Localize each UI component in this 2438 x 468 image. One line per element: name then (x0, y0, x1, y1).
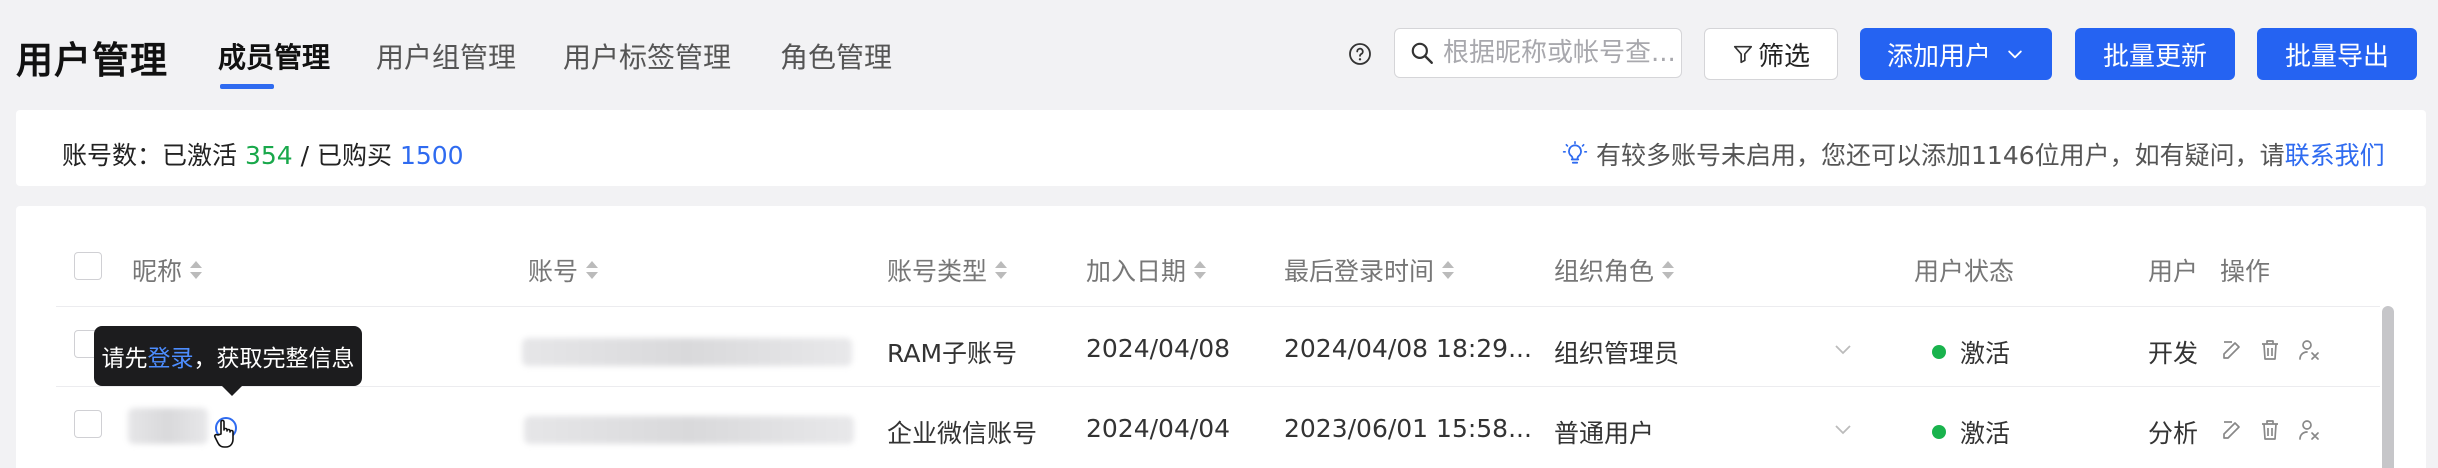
search-input[interactable] (1443, 38, 1673, 68)
account-type-cell: RAM子账号 (887, 339, 1018, 368)
chevron-down-icon[interactable] (1834, 344, 1852, 356)
purchased-count: 1500 (399, 141, 464, 170)
edit-icon[interactable] (2220, 418, 2244, 442)
column-label: 账号 (528, 257, 579, 286)
account-type-cell: 企业微信账号 (887, 419, 1038, 448)
column-header-nickname[interactable]: 昵称 (132, 252, 203, 288)
tab-user-group-management[interactable]: 用户组管理 (376, 36, 516, 76)
join-date-cell: 2024/04/08 (1086, 334, 1231, 363)
row-checkbox[interactable] (74, 410, 102, 438)
account-count: 账号数：已激活 354 / 已购买 1500 (62, 136, 464, 172)
batch-export-button[interactable]: 批量导出 (2257, 28, 2417, 80)
org-role-cell: 普通用户 (1554, 419, 1655, 448)
filter-button[interactable]: 筛选 (1704, 28, 1838, 80)
account-tip: 有较多账号未启用，您还可以添加1146位用户，如有疑问，请 联系我们 (1562, 136, 2385, 172)
sort-icon[interactable] (1194, 260, 1207, 280)
column-header-last-login[interactable]: 最后登录时间 (1284, 252, 1455, 288)
column-header-org-role[interactable]: 组织角色 (1554, 252, 1675, 288)
tip-text: 有较多账号未启用，您还可以添加1146位用户，如有疑问，请 (1596, 141, 2285, 170)
batch-update-button[interactable]: 批量更新 (2075, 28, 2235, 80)
help-icon[interactable] (1348, 42, 1372, 66)
blurred-account (522, 338, 852, 366)
tooltip-prefix: 请先 (101, 346, 148, 372)
filter-icon (1733, 45, 1753, 64)
tab-user-tag-management[interactable]: 用户标签管理 (563, 36, 731, 76)
status-text: 激活 (1960, 339, 2011, 368)
tab-member-management[interactable]: 成员管理 (218, 36, 330, 76)
column-header-user-status: 用户状态 (1914, 252, 2014, 288)
column-label: 用户状态 (1914, 257, 2015, 286)
column-header-user-group: 用户 (2148, 252, 2198, 288)
select-all-checkbox[interactable] (74, 252, 102, 280)
status-cell: 激活 (1932, 334, 2010, 370)
user-permission-icon[interactable] (2298, 418, 2322, 442)
column-label: 操作 (2220, 257, 2271, 286)
sort-icon[interactable] (1662, 260, 1675, 280)
delete-icon[interactable] (2258, 418, 2282, 442)
purchased-label: / 已购买 (300, 141, 393, 170)
sort-icon[interactable] (995, 260, 1008, 280)
column-header-join-date[interactable]: 加入日期 (1086, 252, 1207, 288)
table-scrollbar[interactable] (2382, 306, 2394, 468)
column-label: 昵称 (132, 257, 183, 286)
tooltip-suffix: ，获取完整信息 (193, 346, 355, 372)
status-text: 激活 (1960, 419, 2011, 448)
sort-icon[interactable] (586, 260, 599, 280)
column-label: 账号类型 (887, 257, 988, 286)
status-dot (1932, 345, 1946, 359)
column-label: 最后登录时间 (1284, 257, 1435, 286)
sort-icon[interactable] (1442, 260, 1455, 280)
column-header-account-type[interactable]: 账号类型 (887, 252, 1008, 288)
tab-role-management[interactable]: 角色管理 (780, 36, 892, 76)
search-icon (1411, 42, 1433, 64)
status-cell: 激活 (1932, 414, 2010, 450)
search-box[interactable] (1394, 28, 1682, 78)
add-user-label: 添加用户 (1886, 41, 1991, 72)
column-header-account[interactable]: 账号 (528, 252, 599, 288)
filter-label: 筛选 (1757, 41, 1810, 72)
chevron-down-icon[interactable] (1834, 424, 1852, 436)
column-header-actions: 操作 (2220, 252, 2270, 288)
account-count-label: 账号数：已激活 (62, 141, 238, 170)
status-dot (1932, 425, 1946, 439)
login-tooltip: 请先 登录 ，获取完整信息 (94, 326, 362, 396)
sort-icon[interactable] (190, 260, 203, 280)
column-label: 组织角色 (1554, 257, 1655, 286)
page-title: 用户管理 (16, 39, 168, 82)
last-login-cell: 2024/04/08 18:29... (1284, 334, 1532, 363)
join-date-cell: 2024/04/04 (1086, 414, 1231, 443)
tooltip-arrow (222, 386, 242, 396)
blurred-account (524, 416, 854, 444)
row-divider (56, 306, 2380, 307)
blurred-nickname (128, 408, 208, 444)
column-label: 加入日期 (1086, 257, 1187, 286)
column-label: 用户 (2148, 257, 2199, 286)
add-user-button[interactable]: 添加用户 (1860, 28, 2052, 80)
active-tab-indicator (220, 84, 274, 89)
pointer-cursor-icon (213, 417, 237, 448)
tooltip-login-link[interactable]: 登录 (148, 339, 194, 373)
contact-us-link[interactable]: 联系我们 (2285, 136, 2385, 172)
delete-icon[interactable] (2258, 338, 2282, 362)
lightbulb-icon (1562, 141, 1588, 164)
chevron-down-icon (2008, 50, 2022, 59)
activated-count: 354 (244, 141, 293, 170)
user-group-cell: 分析 (2148, 419, 2199, 448)
edit-icon[interactable] (2220, 338, 2244, 362)
org-role-cell: 组织管理员 (1554, 339, 1680, 368)
user-group-cell: 开发 (2148, 339, 2199, 368)
row-divider (56, 386, 2380, 387)
user-permission-icon[interactable] (2298, 338, 2322, 362)
last-login-cell: 2023/06/01 15:58... (1284, 414, 1532, 443)
